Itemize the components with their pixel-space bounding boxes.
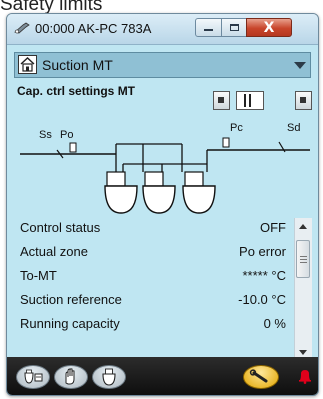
pc-label: Pc xyxy=(230,122,243,134)
bottom-toolbar xyxy=(7,357,318,395)
title-bar[interactable]: 00:000 AK-PC 783A X xyxy=(7,14,318,45)
status-value: OFF xyxy=(260,220,286,235)
alarm-bell-icon[interactable] xyxy=(298,368,312,384)
status-value: ***** °C xyxy=(242,268,287,283)
page-indicator-icon xyxy=(236,91,264,110)
list-item[interactable]: Actual zone Po error xyxy=(20,242,288,262)
minimize-icon xyxy=(204,29,213,31)
overview-icon xyxy=(24,369,43,384)
po-label: Po xyxy=(60,129,73,141)
compressor-icon xyxy=(142,171,176,214)
compressor-icon xyxy=(182,171,216,214)
scroll-up-icon[interactable] xyxy=(299,224,307,229)
list-item[interactable]: Control status OFF xyxy=(20,218,288,238)
scroll-down-icon[interactable] xyxy=(299,350,307,355)
status-value: 0 % xyxy=(263,316,286,331)
status-label: Control status xyxy=(20,220,101,235)
sd-label: Sd xyxy=(287,122,300,134)
manual-control-button[interactable] xyxy=(54,365,88,389)
list-item[interactable]: To-MT ***** °C xyxy=(20,266,288,286)
maximize-button[interactable] xyxy=(221,18,247,37)
page-next-icon xyxy=(300,97,306,103)
status-label: Running capacity xyxy=(20,316,120,331)
status-label: To-MT xyxy=(20,268,57,283)
page-next-button[interactable] xyxy=(295,91,312,110)
compressor-diagram: Ss Po Pc Sd xyxy=(20,122,310,214)
compressor-icon xyxy=(104,171,138,214)
window-title: 00:000 AK-PC 783A xyxy=(35,21,152,36)
close-icon: X xyxy=(263,19,275,36)
status-value: Po error xyxy=(239,244,286,259)
scroll-thumb[interactable] xyxy=(296,240,310,278)
status-label: Actual zone xyxy=(20,244,88,259)
status-label: Suction reference xyxy=(20,292,122,307)
maximize-icon xyxy=(229,24,239,31)
list-item[interactable]: Suction reference -10.0 °C xyxy=(20,290,288,310)
close-button[interactable]: X xyxy=(246,18,292,37)
vertical-scrollbar[interactable] xyxy=(294,218,312,362)
panel-title: Cap. ctrl settings MT xyxy=(17,84,136,98)
tool-icon xyxy=(14,22,30,34)
selector-label: Suction MT xyxy=(42,57,113,73)
hand-manual-icon xyxy=(65,368,75,385)
compressor-icon xyxy=(102,368,116,386)
page-prev-icon xyxy=(218,97,224,103)
page-caption: Safety limits xyxy=(0,0,103,15)
dropdown-arrow-icon[interactable] xyxy=(294,62,306,69)
ss-label: Ss xyxy=(39,129,52,141)
compressor-button[interactable] xyxy=(92,365,126,389)
app-window: 00:000 AK-PC 783A X Suction MT Cap. ctrl… xyxy=(6,13,319,396)
status-list: Control status OFF Actual zone Po error … xyxy=(7,214,318,362)
home-icon[interactable] xyxy=(18,55,37,74)
page-prev-button[interactable] xyxy=(213,91,230,110)
list-item[interactable]: Running capacity 0 % xyxy=(20,314,288,334)
wrench-icon xyxy=(249,369,268,383)
status-value: -10.0 °C xyxy=(238,292,286,307)
overview-button[interactable] xyxy=(16,365,50,389)
service-button[interactable] xyxy=(243,365,279,389)
minimize-button[interactable] xyxy=(195,18,222,37)
section-selector[interactable]: Suction MT xyxy=(14,52,311,78)
